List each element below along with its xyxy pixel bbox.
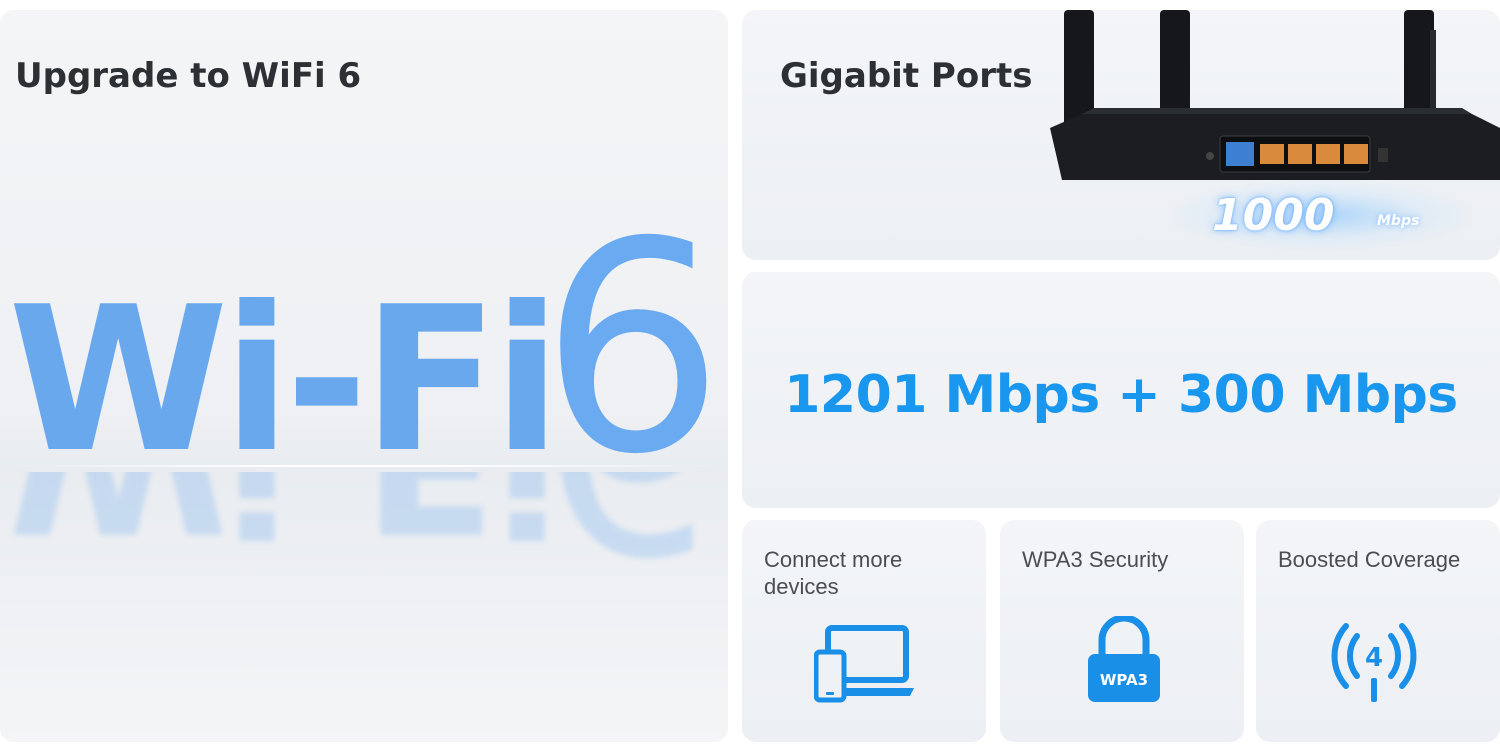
feature-card-devices: Connect more devices xyxy=(742,520,986,742)
wifi-logo-reflection: Wi-Fi 6 xyxy=(0,472,728,592)
gigabit-card-title: Gigabit Ports xyxy=(780,56,1033,96)
signal-badge-text: 4 xyxy=(1365,643,1383,673)
wifi-logo-text: Wi-Fi xyxy=(8,264,561,497)
lan-port xyxy=(1344,144,1368,164)
feature-label: WPA3 Security xyxy=(1022,547,1169,572)
wifi-logo-number: 6 xyxy=(540,181,725,518)
lan-port xyxy=(1316,144,1340,164)
power-port xyxy=(1206,152,1214,160)
padlock-icon: WPA3 xyxy=(1088,616,1160,702)
wan-port xyxy=(1226,142,1254,166)
speed-headline: 1201 Mbps + 300 Mbps xyxy=(784,365,1458,425)
padlock-badge-text: WPA3 xyxy=(1100,671,1148,689)
reset-port xyxy=(1378,148,1388,162)
gigabit-card: Gigabit Ports 1000 Mbps xyxy=(742,10,1500,260)
feature-label: Boosted Coverage xyxy=(1278,547,1461,572)
lan-port xyxy=(1260,144,1284,164)
speed-card: 1201 Mbps + 300 Mbps xyxy=(742,272,1500,508)
wifi-logo-number-reflection: 6 xyxy=(540,472,725,592)
signal-icon: 4 xyxy=(1331,623,1417,702)
devices-icon xyxy=(814,625,914,703)
feature-label: Connect more devices xyxy=(764,547,903,599)
feature-card-wpa3: WPA3 Security WPA3 xyxy=(1000,520,1244,742)
gigabit-speed-value: 1000 xyxy=(1212,190,1335,241)
wifi-logo-text-reflection: Wi-Fi xyxy=(8,472,555,574)
router-body-top xyxy=(1082,108,1472,114)
wifi6-card: Upgrade to WiFi 6 Wi-Fi 6 Wi-Fi 6 xyxy=(0,10,728,742)
wifi6-card-title: Upgrade to WiFi 6 xyxy=(15,56,362,96)
gigabit-speed-unit: Mbps xyxy=(1377,213,1420,229)
lan-port xyxy=(1288,144,1312,164)
feature-card-coverage: Boosted Coverage 4 xyxy=(1256,520,1500,742)
